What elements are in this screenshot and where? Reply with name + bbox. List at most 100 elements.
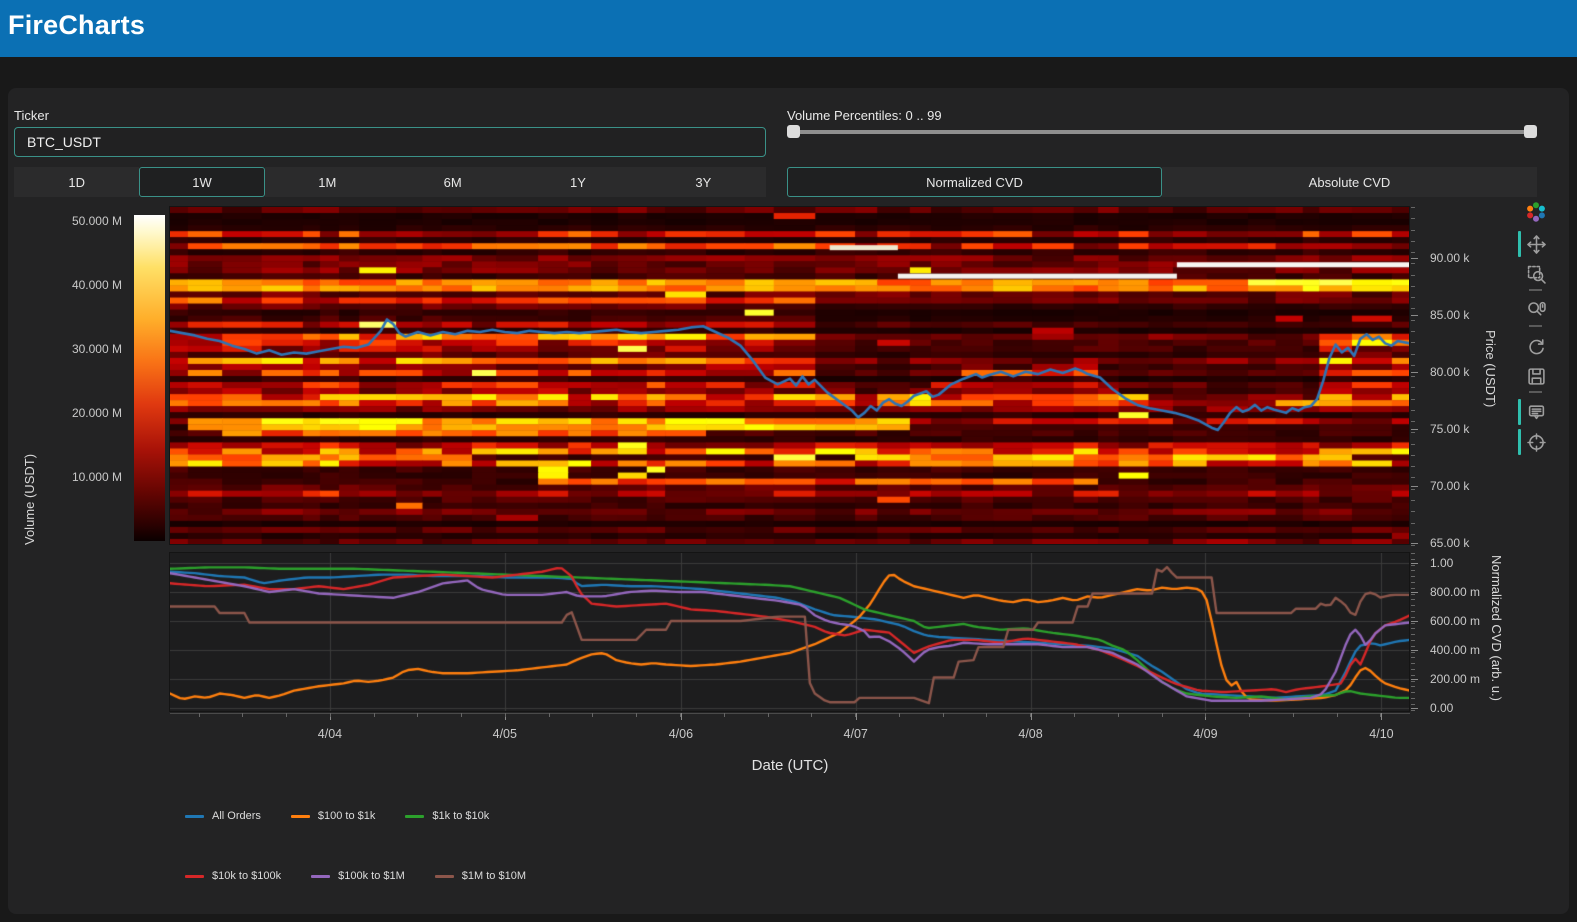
volume-colorbar [134,215,165,541]
hover-tool-button[interactable] [1524,400,1548,424]
timeframe-button-1m[interactable]: 1M [265,167,390,197]
x-axis-minor-tick [811,713,812,717]
tab-absolute-cvd[interactable]: Absolute CVD [1162,167,1537,197]
price-axis-minor-tick [1411,410,1415,411]
reset-icon [1527,337,1546,356]
x-axis-minor-tick [505,713,506,717]
timeframe-button-1d[interactable]: 1D [14,167,139,197]
cvd-axis-tick-label: 400.00 m [1430,643,1480,657]
legend-label: All Orders [212,810,261,822]
colorbar-axis-title: Volume (USDT) [22,454,37,545]
reset-tool-button[interactable] [1524,334,1548,358]
price-axis-minor-tick [1411,241,1415,242]
cvd-axis-minor-tick [1411,565,1415,566]
volume-percentile-slider[interactable] [787,124,1537,140]
legend-swatch [311,875,330,878]
toolbar-separator [1529,289,1542,291]
price-axis-tick [1411,543,1418,544]
price-axis-minor-tick [1411,308,1415,309]
cvd-axis-minor-tick [1411,553,1415,554]
x-axis-minor-tick [592,713,593,717]
box-zoom-icon [1527,265,1546,284]
price-axis-minor-tick [1411,511,1415,512]
pan-tool-button[interactable] [1524,232,1548,256]
price-axis-minor-tick [1411,365,1415,366]
pan-icon [1527,235,1546,254]
cvd-axis-minor-tick [1411,611,1415,612]
box-zoom-tool-button[interactable] [1524,262,1548,286]
price-axis-tick-label: 65.00 k [1430,536,1469,550]
x-axis-minor-tick [1118,713,1119,717]
cvd-axis-minor-tick [1411,623,1415,624]
tab-normalized-cvd[interactable]: Normalized CVD [787,167,1162,197]
price-axis-minor-tick [1411,342,1415,343]
price-axis-tick-label: 80.00 k [1430,365,1469,379]
legend-label: $100k to $1M [338,870,405,882]
legend-swatch [185,875,204,878]
x-axis-minor-tick [986,713,987,717]
price-axis-minor-tick [1411,286,1415,287]
cvd-axis-tick-label: 600.00 m [1430,614,1480,628]
legend-row-2: $10k to $100k $100k to $1M $1M to $10M [185,870,526,882]
cvd-axis-minor-tick [1411,686,1415,687]
price-axis-minor-tick [1411,523,1415,524]
cvd-axis-minor-tick [1411,692,1415,693]
cvd-plot[interactable] [170,553,1410,712]
legend-item: $10k to $100k [185,870,281,882]
cvd-axis-minor-tick [1411,710,1415,711]
x-axis-minor-tick [1030,713,1031,717]
wheel-zoom-tool-button[interactable] [1524,298,1548,322]
x-axis-minor-tick [330,713,331,717]
crosshair-tool-button[interactable] [1524,430,1548,454]
price-axis-minor-tick [1411,218,1415,219]
legend-label: $10k to $100k [212,870,281,882]
legend-item: $1M to $10M [435,870,526,882]
timeframe-button-3y[interactable]: 3Y [641,167,766,197]
cvd-axis-minor-tick [1411,634,1415,635]
heatmap-plot[interactable] [170,207,1410,545]
cvd-axis-title: Normalized CVD (arb. u.) [1489,555,1504,701]
legend-label: $1M to $10M [462,870,526,882]
x-axis-tick-label: 4/10 [1369,727,1393,741]
price-axis-minor-tick [1411,432,1415,433]
x-axis-tick [681,713,682,720]
cvd-axis-minor-tick [1411,675,1415,676]
x-axis-tick-label: 4/06 [669,727,693,741]
timeframe-button-6m[interactable]: 6M [390,167,515,197]
x-axis-minor-tick [1249,713,1250,717]
slider-handle-min[interactable] [787,125,800,138]
x-axis-minor-tick [1162,713,1163,717]
cvd-axis-minor-tick [1411,576,1415,577]
ticker-input[interactable] [14,127,766,157]
price-axis-minor-tick [1411,455,1415,456]
x-axis-minor-tick [768,713,769,717]
slider-track[interactable] [787,130,1537,134]
bokeh-logo[interactable] [1524,200,1548,224]
firecharts-app: FireCharts Ticker Volume Percentiles: 0 … [0,0,1577,922]
price-axis-tick [1411,372,1418,373]
pan-active-indicator [1518,231,1521,257]
cvd-axis-minor-tick [1411,605,1415,606]
price-axis-minor-tick [1411,466,1415,467]
price-axis-tick-label: 75.00 k [1430,422,1469,436]
colorbar-tick-label: 10.000 M [50,470,122,484]
legend-swatch [291,815,310,818]
ticker-label: Ticker [14,108,49,123]
cvd-axis-minor-tick [1411,652,1415,653]
x-axis-minor-tick [943,713,944,717]
x-axis-minor-tick [724,713,725,717]
save-tool-button[interactable] [1524,364,1548,388]
legend-label: $100 to $1k [318,810,376,822]
timeframe-button-1y[interactable]: 1Y [515,167,640,197]
cvd-axis-minor-tick [1411,640,1415,641]
cvd-axis-minor-tick [1411,559,1415,560]
timeframe-button-1w[interactable]: 1W [139,167,264,197]
slider-handle-max[interactable] [1524,125,1537,138]
x-axis-minor-tick [199,713,200,717]
cvd-axis-minor-tick [1411,599,1415,600]
x-axis-minor-tick [242,713,243,717]
x-axis-tick-label: 4/04 [318,727,342,741]
x-axis-minor-tick [1293,713,1294,717]
price-axis-tick [1411,258,1418,259]
legend-item: $100k to $1M [311,870,405,882]
